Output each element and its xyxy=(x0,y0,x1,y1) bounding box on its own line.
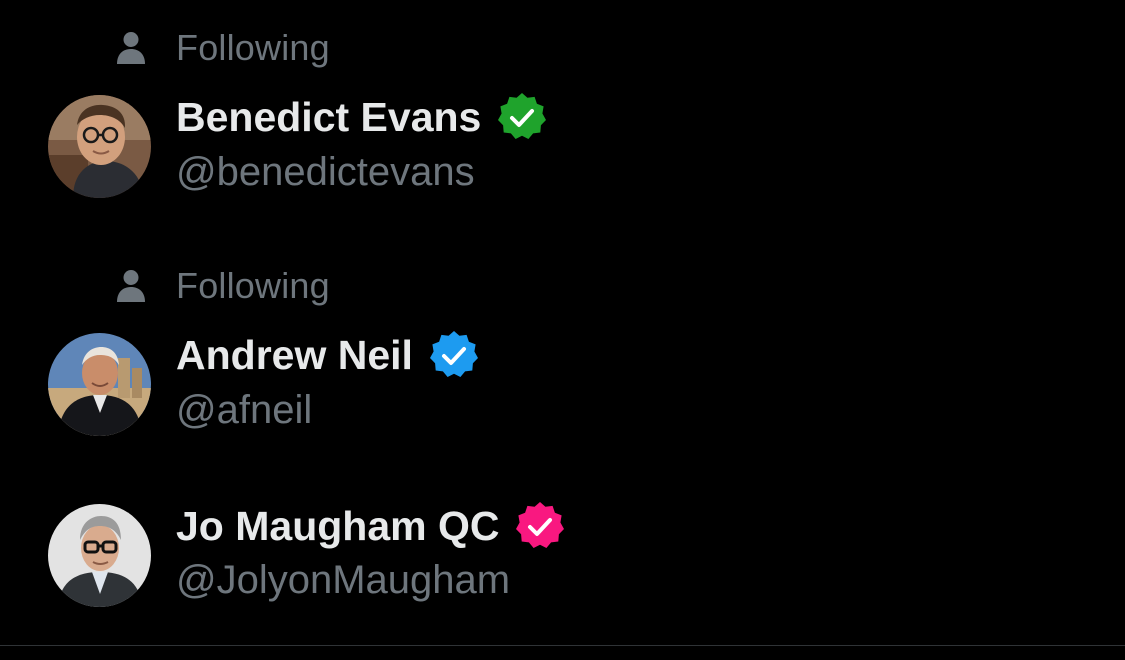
verified-badge-blue-icon xyxy=(429,331,478,377)
handle[interactable]: @afneil xyxy=(176,386,312,434)
divider xyxy=(0,645,1125,646)
person-icon xyxy=(117,32,145,64)
social-context: Following xyxy=(116,28,330,68)
verified-badge-green-icon xyxy=(498,93,547,139)
display-name[interactable]: Benedict Evans xyxy=(176,91,481,143)
social-context: Following xyxy=(116,266,330,306)
verified-badge-pink-icon xyxy=(516,502,565,548)
account-list: Following Benedict Evans @benedictevans xyxy=(0,0,1125,660)
social-context-label: Following xyxy=(176,27,330,68)
avatar[interactable] xyxy=(48,333,151,436)
handle[interactable]: @benedictevans xyxy=(176,148,475,196)
name-line: Benedict Evans xyxy=(176,91,549,143)
display-name[interactable]: Andrew Neil xyxy=(176,329,413,381)
account-row-jolyonmaugham[interactable]: Jo Maugham QC @JolyonMaugham xyxy=(0,490,1125,640)
account-row-benedictevans[interactable]: Following Benedict Evans @benedictevans xyxy=(0,0,1125,215)
avatar[interactable] xyxy=(48,504,151,607)
handle[interactable]: @JolyonMaugham xyxy=(176,556,510,604)
social-context-label: Following xyxy=(176,265,330,306)
name-line: Andrew Neil xyxy=(176,329,481,381)
person-icon xyxy=(117,270,145,302)
account-row-afneil[interactable]: Following Andrew Neil @afneil xyxy=(0,238,1125,463)
avatar[interactable] xyxy=(48,95,151,198)
display-name[interactable]: Jo Maugham QC xyxy=(176,500,499,552)
name-line: Jo Maugham QC xyxy=(176,500,567,552)
